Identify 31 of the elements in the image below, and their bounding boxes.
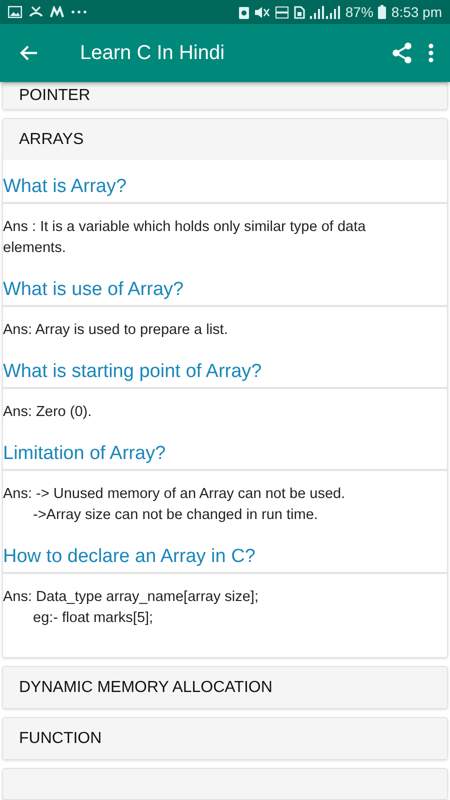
battery-saver-icon [239,6,250,18]
more-vert-icon [428,43,434,63]
mute-icon [254,6,270,18]
battery-percent: 87% [345,4,374,20]
question-heading: What is Array? [3,160,447,204]
signal-icon [310,6,340,18]
section-header[interactable]: DYNAMIC MEMORY ALLOCATION [3,667,447,708]
clock: 8:53 pm [391,4,442,20]
missed-call-icon [29,6,43,18]
answer-text: Ans : It is a variable which holds only similar type of data elements. [3,218,367,258]
question-heading: What is use of Array? [3,263,447,307]
question-heading: Limitation of Array? [3,427,447,471]
section-header[interactable]: POINTER [3,83,447,109]
back-arrow-icon [20,45,38,61]
answer-text: Ans: Array is used to prepare a list. [3,321,229,340]
more-dots-icon [71,10,87,14]
section-header[interactable]: ARRAYS [3,119,447,160]
share-icon [392,42,412,64]
answer-text: Ans: Zero (0). [3,403,93,422]
battery-icon [378,5,386,19]
answer-text: ->Array size can not be changed in run time. [32,506,319,525]
answer-text: eg:- float marks[5]; [32,609,154,628]
m-logo-icon [50,6,64,18]
section-header[interactable]: FUNCTION [3,718,447,759]
sim-icon [294,6,306,18]
answer-text: Ans: Data_type array_name[array size]; [3,588,260,607]
app-title: Learn C In Hindi [80,42,225,64]
question-heading: How to declare an Array in C? [3,530,447,574]
question-heading: What is starting point of Array? [3,345,447,389]
image-icon [8,6,22,18]
answer-text: Ans: -> Unused memory of an Array can not be used. [3,485,346,504]
